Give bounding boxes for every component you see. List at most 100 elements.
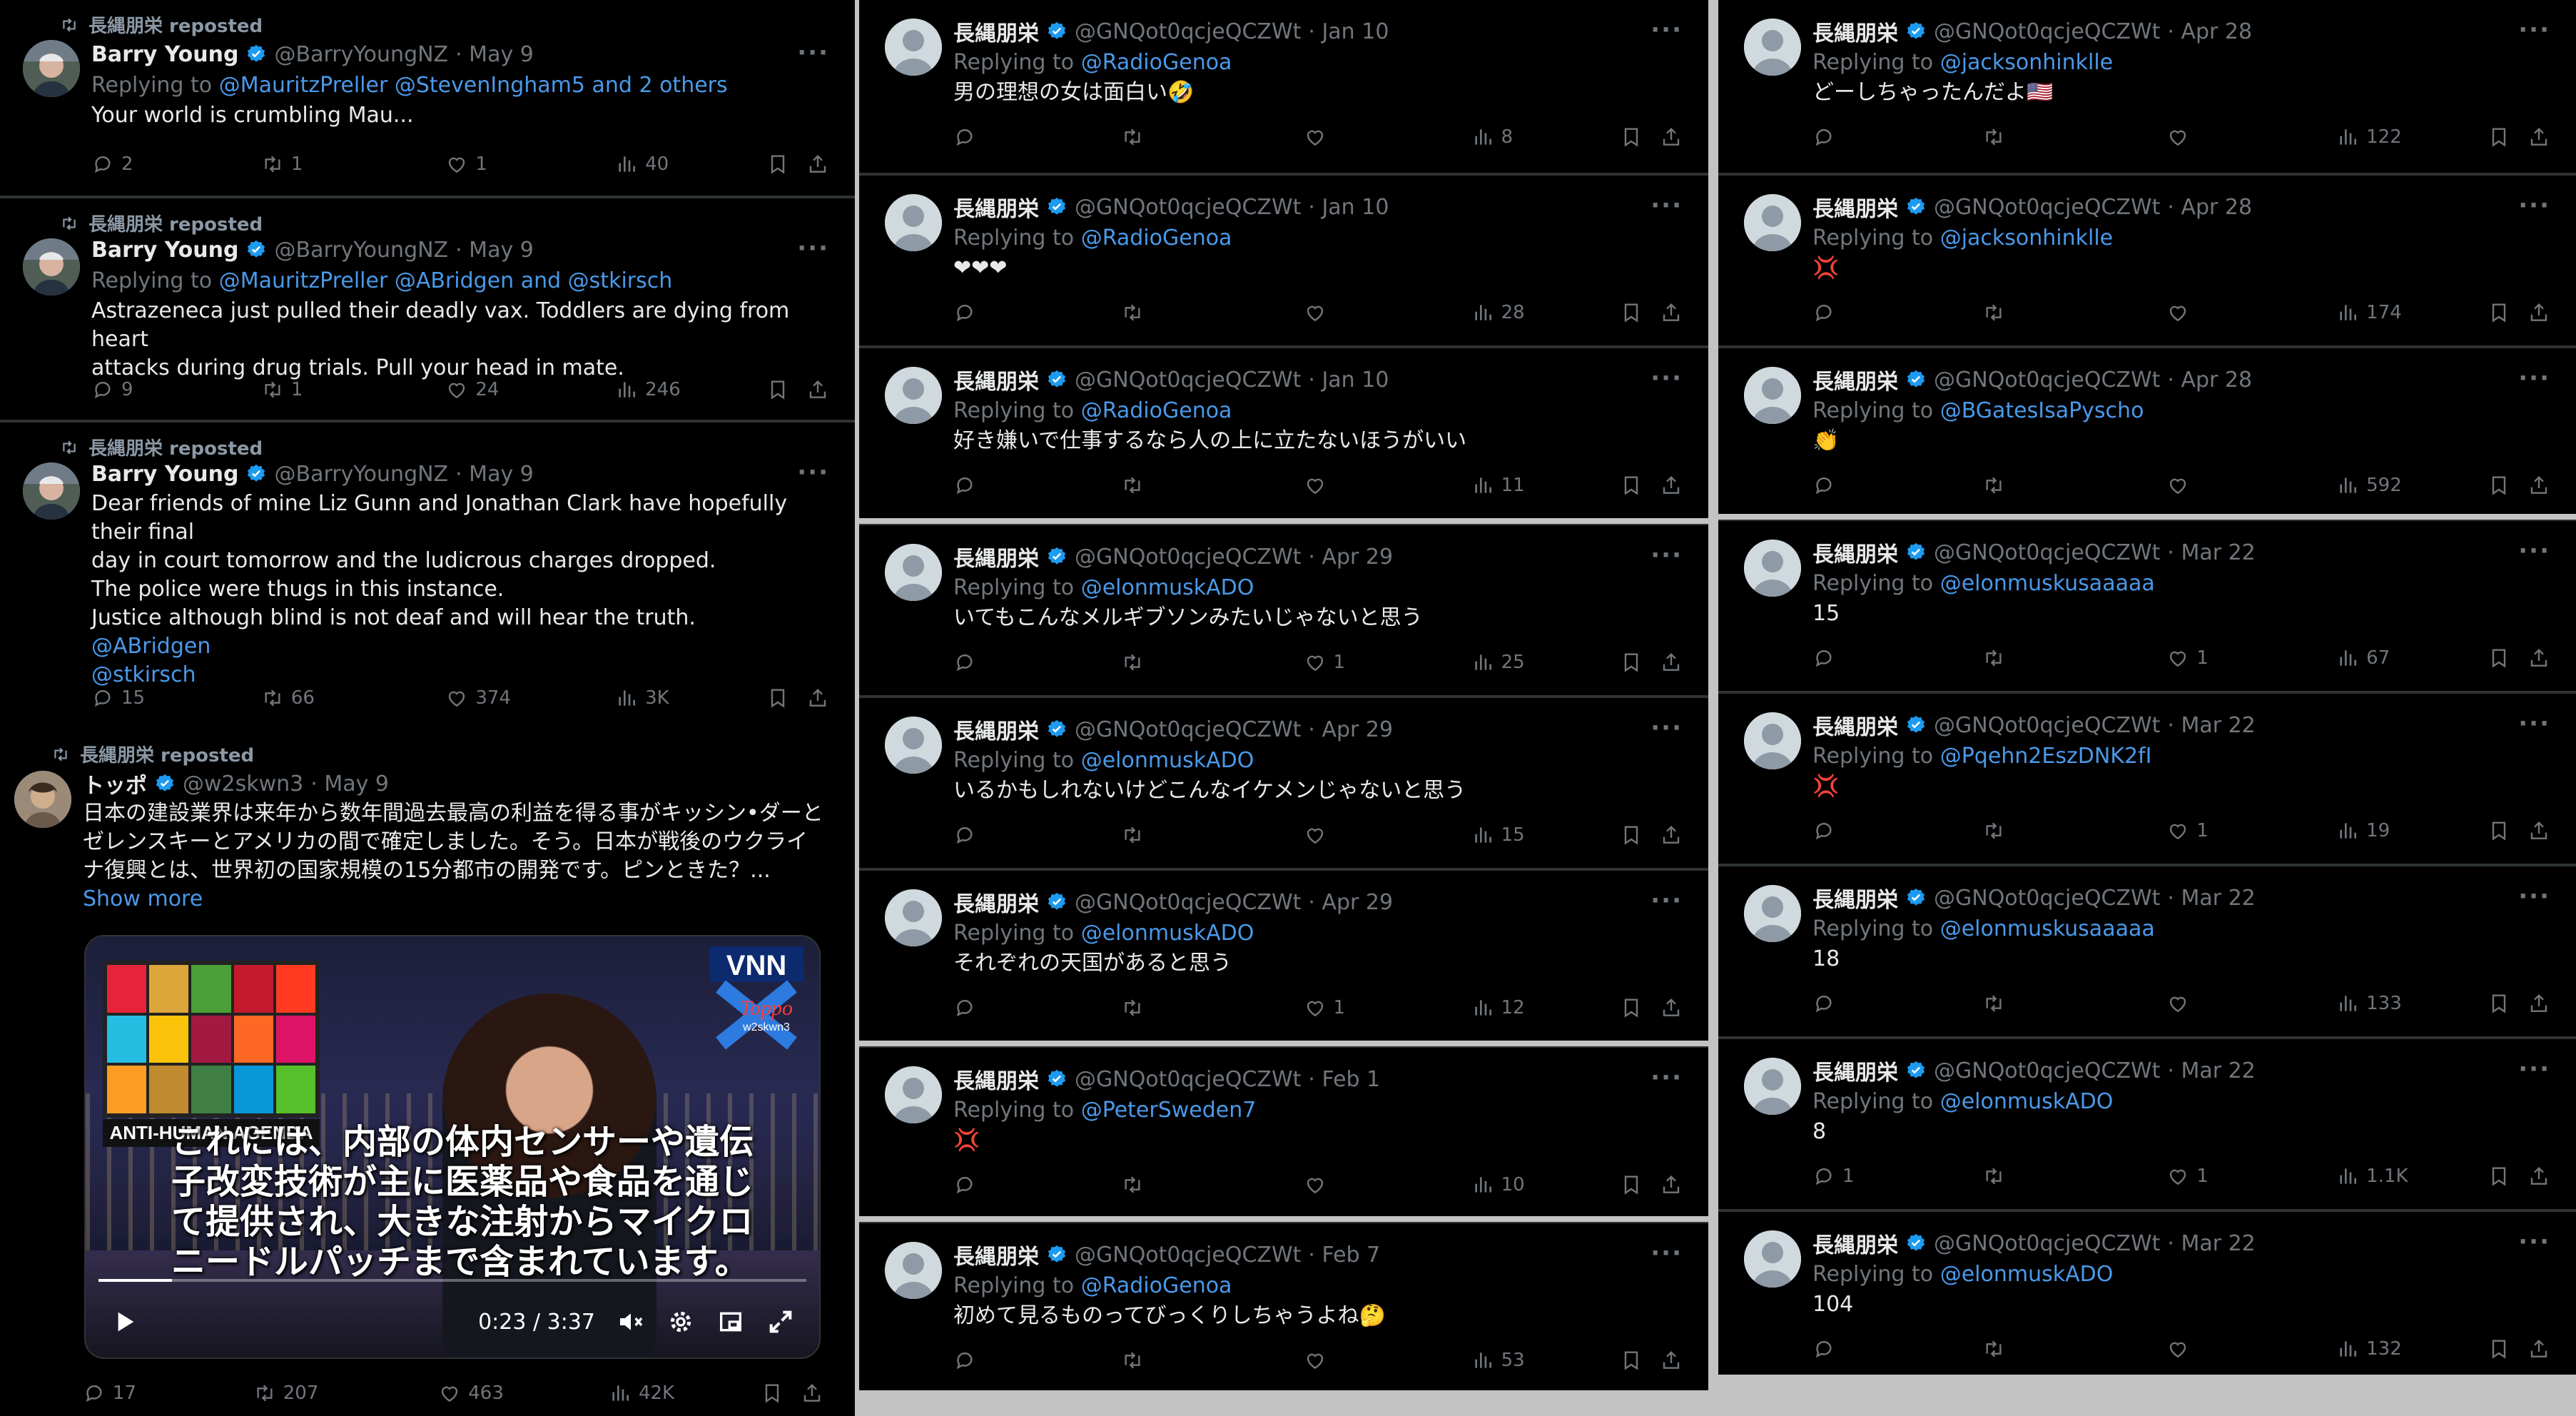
avatar[interactable]: [885, 544, 942, 601]
retweet-button[interactable]: [1982, 992, 2012, 1015]
tweet-date[interactable]: · May 9: [455, 42, 534, 67]
more-icon[interactable]: ···: [2518, 364, 2550, 393]
retweet-button[interactable]: 1: [261, 378, 303, 401]
share-button[interactable]: [2527, 126, 2550, 148]
bookmark-button[interactable]: [1620, 126, 1643, 148]
bookmark-button[interactable]: [1620, 651, 1643, 674]
tweet[interactable]: 長縄朋栄 @GNQot0qcjeQCZWt · Mar 22 ··· Reply…: [1718, 518, 2576, 691]
bookmark-button[interactable]: [2488, 1337, 2510, 1360]
avatar[interactable]: [1744, 1058, 1801, 1115]
tweet[interactable]: 長縄朋栄 @GNQot0qcjeQCZWt · Apr 28 ··· Reply…: [1718, 0, 2576, 173]
author-handle[interactable]: @GNQot0qcjeQCZWt: [1075, 195, 1301, 220]
more-icon[interactable]: ···: [797, 234, 829, 263]
author-handle[interactable]: @GNQot0qcjeQCZWt: [1934, 1231, 2160, 1256]
author-name[interactable]: Barry Young: [91, 42, 238, 67]
reply-mention[interactable]: @RadioGenoa: [1081, 226, 1232, 251]
left-video-tweet[interactable]: 長縄朋栄 reposted トッポ @w2skwn3 · May 9 日本の建設…: [0, 732, 845, 1416]
share-button[interactable]: [1660, 126, 1683, 148]
tweet-date[interactable]: · Mar 22: [2167, 713, 2255, 738]
tweet[interactable]: 長縄朋栄 @GNQot0qcjeQCZWt · Mar 22 ··· Reply…: [1718, 1036, 2576, 1209]
bookmark-button[interactable]: [2488, 474, 2510, 497]
more-icon[interactable]: ···: [2518, 1228, 2550, 1256]
reply-button[interactable]: [953, 1173, 983, 1196]
tweet-date[interactable]: · May 9: [310, 772, 389, 796]
views-button[interactable]: 10: [1471, 1173, 1525, 1196]
author-handle[interactable]: @GNQot0qcjeQCZWt: [1934, 540, 2160, 565]
reply-button[interactable]: [953, 651, 983, 674]
retweet-button[interactable]: [1121, 126, 1151, 148]
like-button[interactable]: 1: [2166, 819, 2209, 842]
retweet-button[interactable]: [1121, 996, 1151, 1019]
like-button[interactable]: [1304, 301, 1334, 324]
author-handle[interactable]: @GNQot0qcjeQCZWt: [1075, 717, 1301, 742]
like-button[interactable]: 1: [445, 153, 487, 176]
avatar[interactable]: [14, 771, 71, 828]
like-button[interactable]: 374: [445, 687, 511, 709]
author-name[interactable]: 長縄朋栄: [953, 1239, 1039, 1270]
like-button[interactable]: [1304, 474, 1334, 497]
tweet-date[interactable]: · Jan 10: [1308, 19, 1389, 44]
reply-mention[interactable]: @Pqehn2EszDNK2fI: [1940, 744, 2152, 769]
tweet-date[interactable]: · Mar 22: [2167, 886, 2255, 911]
tweet[interactable]: 長縄朋栄 @GNQot0qcjeQCZWt · Jan 10 ··· Reply…: [859, 345, 1708, 518]
like-button[interactable]: [1304, 1173, 1334, 1196]
bookmark-button[interactable]: [1620, 996, 1643, 1019]
tweet[interactable]: 長縄朋栄 @GNQot0qcjeQCZWt · Jan 10 ··· Reply…: [859, 0, 1708, 173]
bookmark-button[interactable]: [1620, 474, 1643, 497]
tweet-date[interactable]: · Apr 28: [2167, 195, 2252, 220]
more-icon[interactable]: ···: [2518, 709, 2550, 738]
avatar[interactable]: [885, 1242, 942, 1299]
like-button[interactable]: [2166, 301, 2196, 324]
tweet-date[interactable]: · Apr 28: [2167, 368, 2252, 393]
author-handle[interactable]: @w2skwn3: [183, 772, 303, 796]
reply-button[interactable]: [953, 126, 983, 148]
bookmark-button[interactable]: [1620, 301, 1643, 324]
author-name[interactable]: 長縄朋栄: [1812, 537, 1898, 568]
reply-button[interactable]: [1812, 474, 1842, 497]
retweet-button[interactable]: [1982, 301, 2012, 324]
like-button[interactable]: [2166, 474, 2196, 497]
views-button[interactable]: 11: [1471, 474, 1525, 497]
like-button[interactable]: [1304, 1349, 1334, 1372]
reply-button[interactable]: [953, 1349, 983, 1372]
retweet-button[interactable]: 207: [253, 1382, 318, 1405]
author-name[interactable]: 長縄朋栄: [1812, 882, 1898, 914]
more-icon[interactable]: ···: [1650, 1239, 1683, 1268]
more-icon[interactable]: ···: [1650, 886, 1683, 915]
views-button[interactable]: 132: [2336, 1337, 2402, 1360]
more-icon[interactable]: ···: [2518, 191, 2550, 220]
like-button[interactable]: 24: [445, 378, 499, 401]
views-button[interactable]: 12: [1471, 996, 1525, 1019]
bookmark-button[interactable]: [2488, 647, 2510, 669]
retweet-button[interactable]: 1: [261, 153, 303, 176]
avatar[interactable]: [23, 462, 80, 520]
views-button[interactable]: 3K: [615, 687, 669, 709]
views-button[interactable]: 67: [2336, 647, 2390, 669]
like-button[interactable]: [2166, 126, 2196, 148]
share-button[interactable]: [1660, 824, 1683, 846]
author-handle[interactable]: @GNQot0qcjeQCZWt: [1934, 19, 2160, 44]
views-button[interactable]: 19: [2336, 819, 2390, 842]
share-button[interactable]: [1660, 474, 1683, 497]
author-name[interactable]: 長縄朋栄: [1812, 364, 1898, 395]
like-button[interactable]: 1: [1304, 996, 1345, 1019]
share-button[interactable]: [1660, 1173, 1683, 1196]
more-icon[interactable]: ···: [2518, 537, 2550, 565]
tweet-date[interactable]: · Mar 22: [2167, 540, 2255, 565]
tweet-date[interactable]: · Jan 10: [1308, 195, 1389, 220]
share-button[interactable]: [2527, 474, 2550, 497]
author-handle[interactable]: @GNQot0qcjeQCZWt: [1934, 195, 2160, 220]
more-icon[interactable]: ···: [1650, 16, 1683, 44]
tweet-date[interactable]: · Apr 29: [1308, 545, 1393, 570]
retweet-button[interactable]: [1121, 301, 1151, 324]
reply-button[interactable]: 2: [91, 153, 133, 176]
more-icon[interactable]: ···: [1650, 1063, 1683, 1092]
views-button[interactable]: 40: [615, 153, 669, 176]
author-name[interactable]: Barry Young: [91, 238, 238, 263]
reply-button[interactable]: [1812, 647, 1842, 669]
reply-button[interactable]: [953, 474, 983, 497]
author-handle[interactable]: @GNQot0qcjeQCZWt: [1075, 1243, 1301, 1268]
share-button[interactable]: [806, 153, 829, 176]
tweet[interactable]: 長縄朋栄 @GNQot0qcjeQCZWt · Feb 1 ··· Replyi…: [859, 1045, 1708, 1218]
more-icon[interactable]: ···: [2518, 882, 2550, 911]
